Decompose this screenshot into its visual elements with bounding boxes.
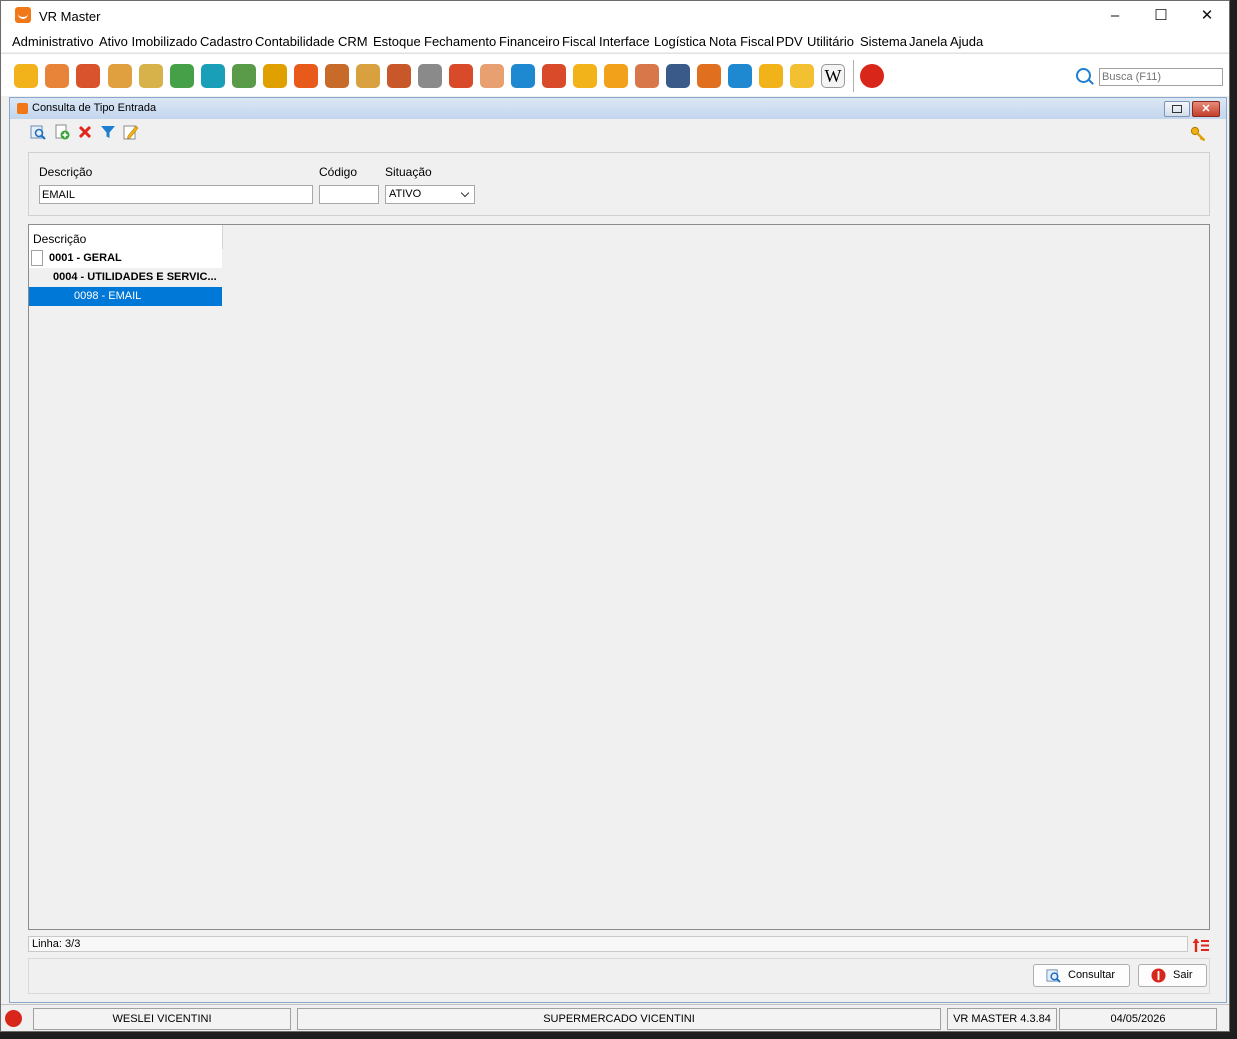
descricao-input[interactable]	[39, 185, 313, 204]
user-icon[interactable]	[45, 64, 69, 88]
window-title: VR Master	[39, 9, 101, 24]
store-cart-icon[interactable]	[697, 64, 721, 88]
tree-row-geral[interactable]: 0001 - GERAL	[29, 249, 222, 268]
search-query-icon[interactable]	[30, 124, 46, 140]
menu-financeiro[interactable]: Financeiro	[499, 34, 560, 49]
tree-row-email[interactable]: 0098 - EMAIL	[29, 287, 222, 306]
globe-icon[interactable]	[666, 64, 690, 88]
menu-logistica[interactable]: Logística	[654, 34, 706, 49]
transfer-icon[interactable]	[201, 64, 225, 88]
checklist-icon[interactable]	[232, 64, 256, 88]
wiki-icon[interactable]: W	[821, 64, 845, 88]
document-icon	[31, 250, 43, 266]
menu-estoque[interactable]: Estoque	[373, 34, 421, 49]
key-icon[interactable]	[1190, 126, 1206, 142]
filter-panel: Descrição Código Situação ATIVO	[28, 152, 1210, 216]
chevron-down-icon	[460, 188, 470, 198]
edit-icon[interactable]	[123, 124, 139, 140]
coins-document-icon[interactable]	[139, 64, 163, 88]
toolbar-separator	[853, 60, 854, 92]
menu-utilitario[interactable]: Utilitário	[807, 34, 854, 49]
chat-bot-icon[interactable]	[5, 1010, 22, 1027]
maximize-button[interactable]: ☐	[1138, 1, 1184, 31]
support-agent-icon[interactable]	[480, 64, 504, 88]
box-minus-icon[interactable]	[387, 64, 411, 88]
menu-administrativo[interactable]: Administrativo	[12, 34, 94, 49]
sair-button[interactable]: Sair	[1138, 964, 1207, 987]
close-button[interactable]: ✕	[1184, 1, 1229, 31]
card-refresh-icon[interactable]	[511, 64, 535, 88]
status-bar: WESLEI VICENTINI SUPERMERCADO VICENTINI …	[1, 1004, 1229, 1031]
truck-icon[interactable]	[325, 64, 349, 88]
menu-nota-fiscal[interactable]: Nota Fiscal	[709, 34, 774, 49]
menu-fechamento[interactable]: Fechamento	[424, 34, 496, 49]
menu-pdv[interactable]: PDV	[776, 34, 803, 49]
filter-icon[interactable]	[100, 124, 116, 140]
app-window: VR Master – ☐ ✕ Administrativo Ativo Imo…	[0, 0, 1230, 1032]
document-export-icon[interactable]	[635, 64, 659, 88]
internal-window-icon	[17, 103, 28, 114]
internal-window-title-bar: Consulta de Tipo Entrada ✕	[10, 98, 1226, 119]
menu-fiscal[interactable]: Fiscal	[562, 34, 596, 49]
cash-register-icon[interactable]	[542, 64, 566, 88]
status-user: WESLEI VICENTINI	[33, 1008, 291, 1030]
menu-sistema[interactable]: Sistema	[860, 34, 907, 49]
hierarchy-icon[interactable]	[263, 64, 287, 88]
delete-icon[interactable]	[77, 124, 93, 140]
menu-contabilidade[interactable]: Contabilidade	[255, 34, 335, 49]
menu-janela[interactable]: Janela	[909, 34, 947, 49]
situacao-value: ATIVO	[389, 188, 422, 200]
menu-ativo-imobilizado[interactable]: Ativo Imobilizado	[99, 34, 197, 49]
internal-window-title: Consulta de Tipo Entrada	[32, 102, 157, 114]
minimize-button[interactable]: –	[1092, 1, 1138, 31]
add-document-icon[interactable]	[54, 124, 70, 140]
row-counter: Linha: 3/3	[28, 936, 1188, 952]
search-icon[interactable]	[1076, 68, 1091, 83]
chat-icon[interactable]	[728, 64, 752, 88]
tree-header-descricao[interactable]: Descrição	[29, 225, 223, 249]
internal-window: Consulta de Tipo Entrada ✕ Descrição EMA…	[9, 97, 1227, 1003]
toolbar: W	[1, 53, 1229, 96]
menu-bar: Administrativo Ativo Imobilizado Cadastr…	[1, 31, 1229, 52]
menu-ajuda[interactable]: Ajuda	[950, 34, 983, 49]
status-version: VR MASTER 4.3.84	[947, 1008, 1057, 1030]
app-logo-icon	[15, 7, 31, 23]
descricao-label: Descrição	[39, 165, 93, 179]
title-bar: VR Master – ☐ ✕	[1, 1, 1229, 31]
document-arrow-icon[interactable]	[170, 64, 194, 88]
shopping-cart-icon[interactable]	[418, 64, 442, 88]
search-input[interactable]	[1099, 68, 1223, 86]
envelope-icon[interactable]	[790, 64, 814, 88]
status-company: SUPERMERCADO VICENTINI	[297, 1008, 941, 1030]
menu-crm[interactable]: CRM	[338, 34, 368, 49]
power-icon[interactable]	[860, 64, 884, 88]
tree-row-utilidades[interactable]: 0004 - UTILIDADES E SERVIC...	[29, 268, 222, 287]
tree-view[interactable]: Descrição 0001 - GERAL 0004 - UTILIDADES…	[28, 224, 1210, 930]
megaphone-icon[interactable]	[449, 64, 473, 88]
offer-badge-icon[interactable]	[294, 64, 318, 88]
search-query-icon	[1046, 969, 1061, 983]
internal-close-button[interactable]: ✕	[1192, 101, 1220, 117]
menu-cadastro[interactable]: Cadastro	[200, 34, 253, 49]
restore-button[interactable]	[1164, 101, 1190, 117]
menu-interface[interactable]: Interface	[599, 34, 650, 49]
codigo-input[interactable]	[319, 185, 379, 204]
folder-in-icon[interactable]	[573, 64, 597, 88]
consultar-button[interactable]: Consultar	[1033, 964, 1130, 987]
status-date: 04/05/2026	[1059, 1008, 1217, 1030]
lock-icon[interactable]	[759, 64, 783, 88]
presentation-icon[interactable]	[76, 64, 100, 88]
money-icon[interactable]	[14, 64, 38, 88]
folder-out-icon[interactable]	[604, 64, 628, 88]
situacao-label: Situação	[385, 165, 432, 179]
sort-icon[interactable]	[1192, 937, 1210, 953]
situacao-select[interactable]: ATIVO	[385, 185, 475, 204]
codigo-label: Código	[319, 165, 358, 179]
power-icon	[1151, 968, 1166, 983]
money-hand-icon[interactable]	[356, 64, 380, 88]
money-bag-icon[interactable]	[108, 64, 132, 88]
